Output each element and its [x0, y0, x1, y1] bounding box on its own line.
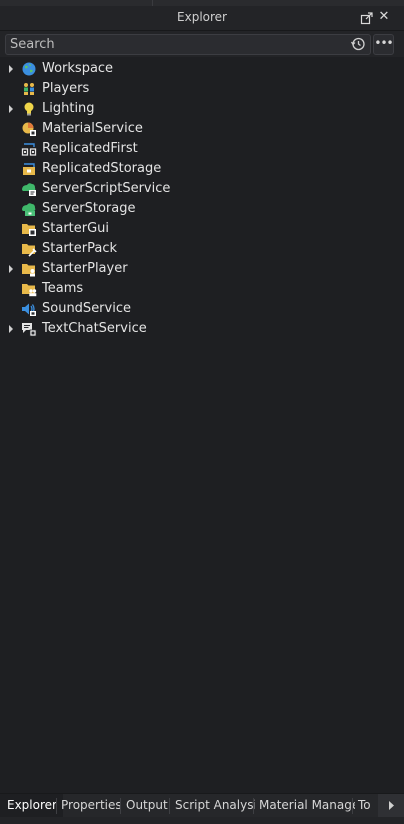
tree-item-serverstorage[interactable]: ServerStorage [0, 199, 404, 219]
tree-item-replicatedfirst[interactable]: ReplicatedFirst [0, 139, 404, 159]
tree-item-label: ServerScriptService [42, 181, 171, 196]
bottom-strip [0, 817, 404, 824]
explorer-tree: Workspace Players Lighting MaterialServi… [0, 59, 404, 339]
tab-scroll-right-button[interactable] [378, 794, 404, 817]
tab-properties[interactable]: Properties [57, 794, 123, 817]
expand-arrow-icon[interactable] [7, 264, 15, 274]
replicated-first-icon [21, 143, 37, 156]
tree-item-lighting[interactable]: Lighting [0, 99, 404, 119]
search-input[interactable] [10, 35, 340, 54]
lightbulb-icon [24, 102, 34, 116]
search-box[interactable] [5, 34, 371, 55]
starter-gui-icon [22, 224, 36, 236]
starter-pack-icon [22, 244, 37, 257]
replicated-storage-icon [23, 163, 35, 175]
more-icon: ••• [374, 36, 393, 50]
chevron-right-icon [389, 801, 394, 810]
tree-item-players[interactable]: Players [0, 79, 404, 99]
tab-explorer[interactable]: Explorer [0, 794, 63, 817]
tree-item-teams[interactable]: Teams [0, 279, 404, 299]
tree-item-starterpack[interactable]: StarterPack [0, 239, 404, 259]
tree-item-startergui[interactable]: StarterGui [0, 219, 404, 239]
tab-material-manager[interactable]: Material Manager [254, 794, 355, 817]
more-options-button[interactable]: ••• [373, 34, 394, 55]
tree-item-label: ServerStorage [42, 201, 136, 216]
tab-toolbox[interactable]: To [353, 794, 378, 817]
sound-service-icon [22, 303, 36, 316]
tree-item-serverscriptservice[interactable]: ServerScriptService [0, 179, 404, 199]
tree-item-label: StarterPlayer [42, 261, 128, 276]
tree-item-soundservice[interactable]: SoundService [0, 299, 404, 319]
tree-item-workspace[interactable]: Workspace [0, 59, 404, 79]
server-storage-icon [22, 203, 36, 216]
tree-item-label: Teams [42, 281, 84, 296]
players-icon [24, 83, 34, 95]
tab-output[interactable]: Output [121, 794, 172, 817]
bottom-tab-bar: Explorer Properties Output Script Analys… [0, 793, 404, 818]
tree-item-textchatservice[interactable]: TextChatService [0, 319, 404, 339]
tree-item-label: Lighting [42, 101, 95, 116]
tree-item-label: ReplicatedStorage [42, 161, 162, 176]
workspace-globe-icon [22, 62, 36, 76]
teams-icon [22, 284, 37, 297]
text-chat-service-icon [22, 323, 37, 337]
tree-item-materialservice[interactable]: MaterialService [0, 119, 404, 139]
panel-title: Explorer [177, 10, 227, 24]
material-service-icon [22, 122, 36, 136]
explorer-titlebar: Explorer ✕ [0, 6, 404, 31]
tree-item-label: Workspace [42, 61, 114, 76]
close-icon[interactable]: ✕ [377, 10, 391, 24]
expand-arrow-icon[interactable] [7, 324, 15, 334]
tree-item-label: SoundService [42, 301, 131, 316]
search-row: ••• [0, 31, 404, 57]
tree-item-label: StarterGui [42, 221, 110, 236]
expand-arrow-icon[interactable] [7, 104, 15, 114]
history-icon[interactable] [350, 36, 366, 52]
tree-item-label: StarterPack [42, 241, 117, 256]
starter-player-icon [22, 264, 35, 277]
expand-arrow-icon[interactable] [7, 64, 15, 74]
tree-item-starterplayer[interactable]: StarterPlayer [0, 259, 404, 279]
tab-script-analysis[interactable]: Script Analysis [170, 794, 255, 817]
tree-item-replicatedstorage[interactable]: ReplicatedStorage [0, 159, 404, 179]
server-script-service-icon [22, 183, 36, 196]
tree-item-label: ReplicatedFirst [42, 141, 138, 156]
tree-item-label: Players [42, 81, 90, 96]
tree-item-label: TextChatService [42, 321, 147, 336]
tree-item-label: MaterialService [42, 121, 143, 136]
undock-icon[interactable] [360, 11, 374, 25]
